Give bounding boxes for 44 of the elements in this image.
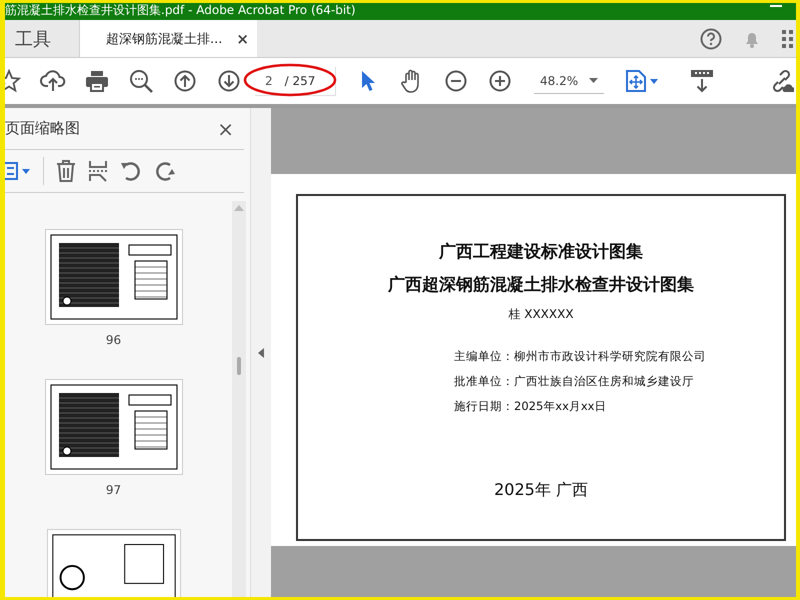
extract-pages-icon[interactable]	[88, 160, 108, 182]
info-line: 施行日期：2025年xx月xx日	[454, 399, 608, 414]
document-title: 广西工程建设标准设计图集	[439, 241, 643, 263]
arrow-down-circle-icon[interactable]	[218, 70, 240, 92]
close-tab-button[interactable]: ×	[236, 30, 249, 48]
print-icon[interactable]	[85, 70, 109, 92]
collapse-arrow-icon[interactable]	[258, 348, 264, 358]
read-mode-icon[interactable]	[690, 69, 714, 93]
document-code: 桂 XXXXXX	[508, 306, 574, 323]
info-line: 批准单位：广西壮族自治区住房和城乡建设厅	[454, 374, 695, 389]
window-title: 筋混凝土排水检查井设计图集.pdf - Adobe Acrobat Pro (64-bit)	[5, 3, 356, 17]
arrow-up-circle-icon[interactable]	[174, 70, 196, 92]
zoom-dropdown[interactable]: 48.2%	[534, 68, 604, 94]
tab[interactable]: 工具	[5, 20, 61, 57]
apps-grid-icon[interactable]	[782, 28, 794, 48]
panel-collapse-handle[interactable]	[250, 108, 271, 597]
close-panel-button[interactable]: ×	[217, 116, 234, 140]
scrollbar[interactable]	[232, 201, 246, 597]
link-cloud-icon[interactable]	[770, 69, 794, 93]
search-icon[interactable]	[129, 69, 153, 93]
options-list-icon[interactable]	[5, 162, 31, 180]
help-icon[interactable]	[700, 28, 722, 50]
tab[interactable]: 超深钢筋混凝土排... ×	[79, 20, 257, 57]
caret-icon[interactable]	[650, 78, 658, 84]
scroll-thumb[interactable]	[237, 357, 241, 375]
page-thumbnail[interactable]	[44, 379, 182, 475]
caret-icon	[589, 78, 598, 83]
page-number-label: 97	[106, 483, 122, 497]
document-footer: 2025年 广西	[494, 480, 588, 501]
rotate-left-icon[interactable]	[120, 160, 142, 182]
info-line: 主编单位：柳州市市政设计科学研究院有限公司	[454, 349, 706, 364]
page-thumbnail[interactable]	[44, 529, 182, 597]
page-number-label: 96	[106, 333, 122, 347]
zoom-out-icon[interactable]	[445, 70, 467, 92]
minimize-icon[interactable]	[770, 5, 782, 8]
trash-icon[interactable]	[56, 160, 76, 182]
document-title: 广西超深钢筋混凝土排水检查井设计图集	[388, 274, 694, 296]
page-thumbnail[interactable]	[44, 229, 182, 325]
pointer-tool-icon[interactable]	[360, 70, 376, 92]
page-fit-icon[interactable]	[626, 70, 646, 92]
cloud-upload-icon[interactable]	[40, 69, 66, 93]
panel-title: 页面缩略图	[5, 119, 80, 138]
rotate-right-icon[interactable]	[154, 160, 176, 182]
zoom-in-icon[interactable]	[489, 70, 511, 92]
